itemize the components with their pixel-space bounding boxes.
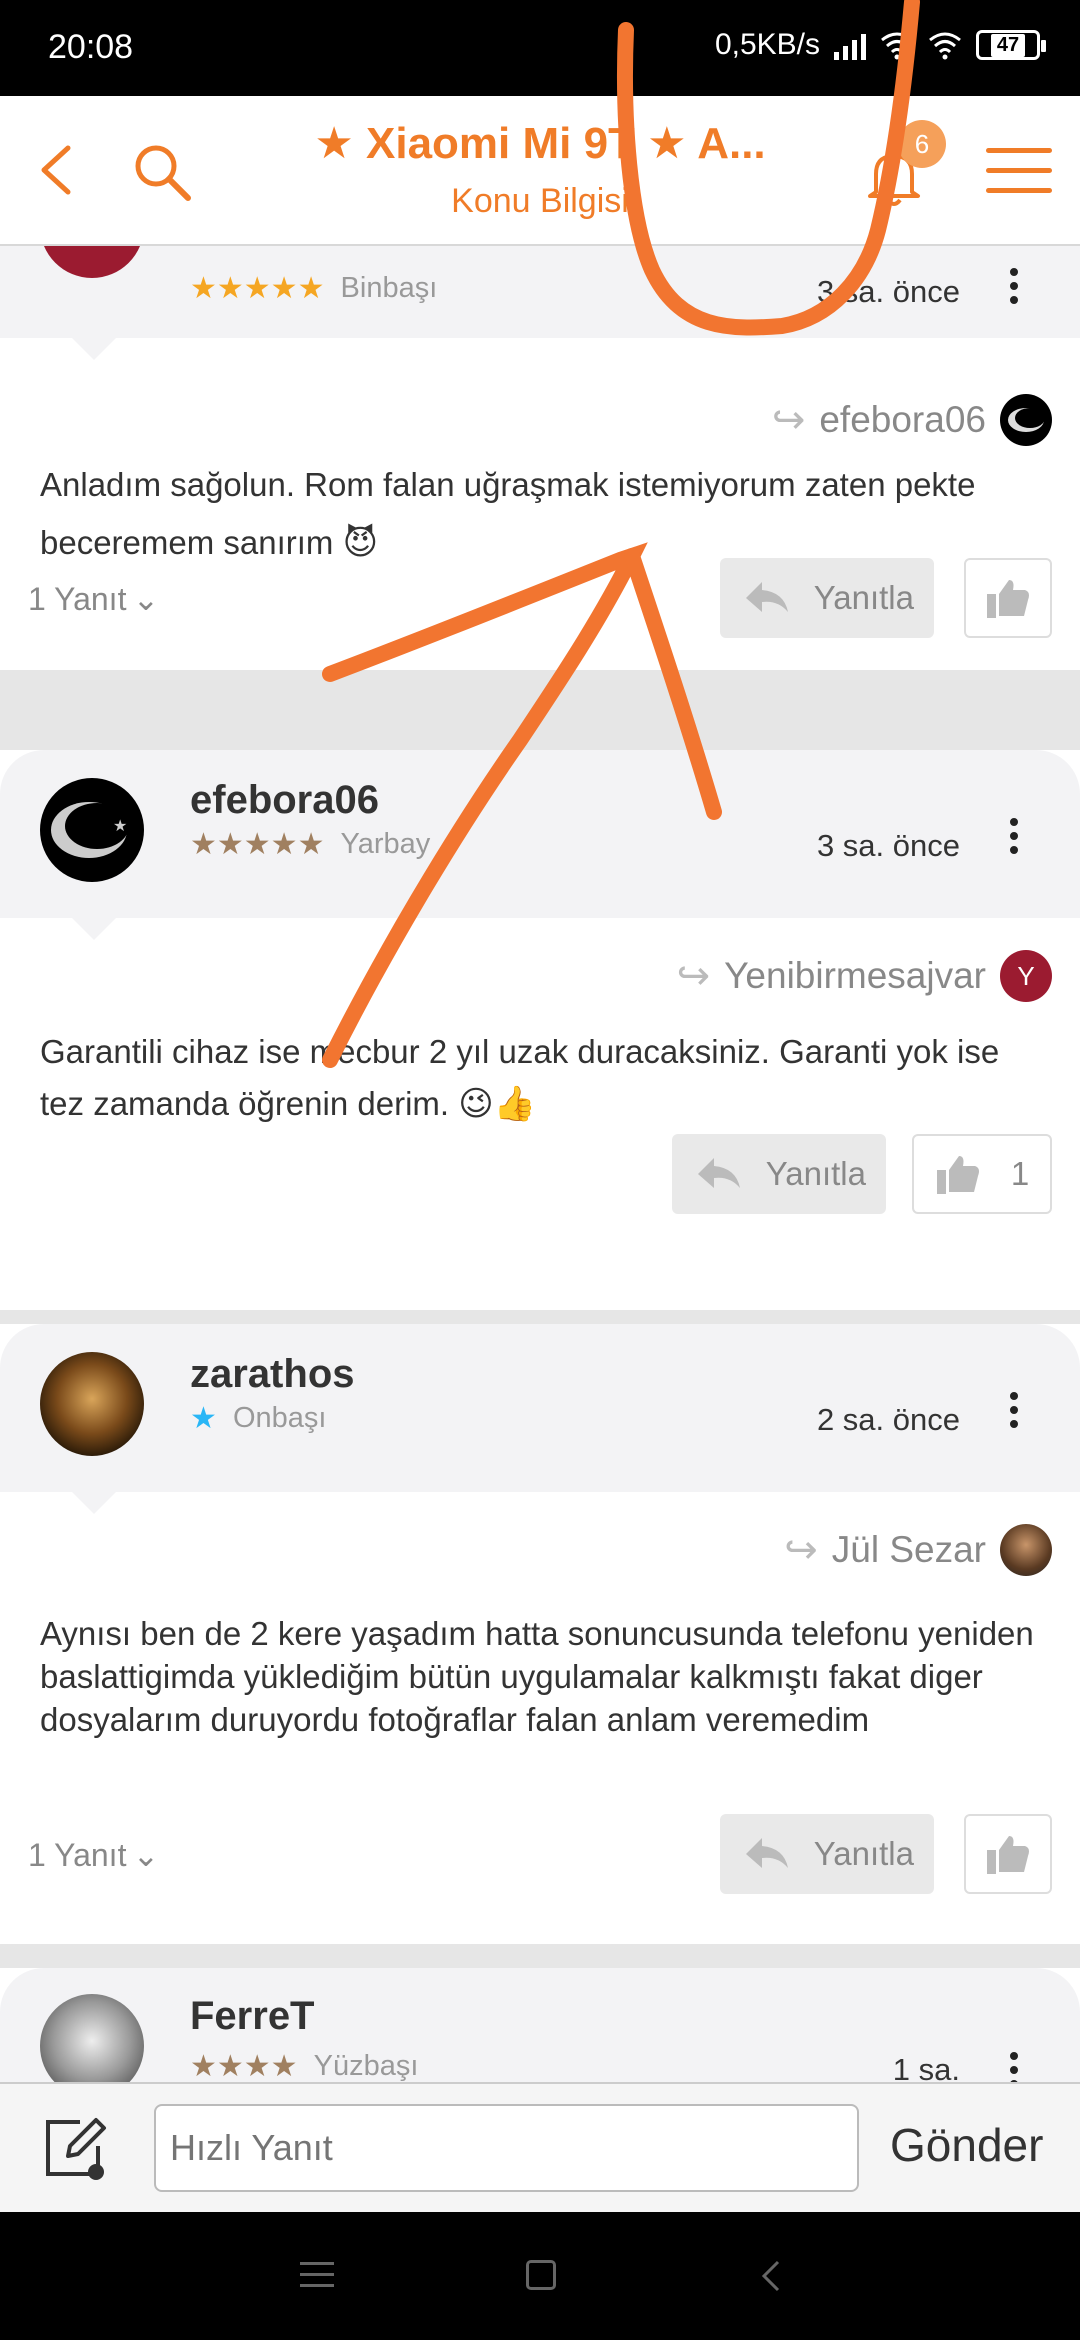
author-rank: ★★★★ Yüzbaşı (190, 2049, 419, 2082)
system-navigation-bar (0, 2212, 1080, 2340)
wifi-icon (929, 32, 961, 60)
back-arrow-icon[interactable] (32, 140, 82, 200)
post-header: FerreT ★★★★ Yüzbaşı 1 sa. (0, 1968, 1080, 2082)
chevron-down-icon: ⌄ (132, 581, 160, 617)
notification-badge: 6 (898, 120, 946, 168)
quick-reply-input[interactable] (154, 2104, 859, 2192)
author-rank: ★★★★★ Yarbay (190, 827, 431, 861)
svg-text:★: ★ (113, 818, 127, 835)
avatar[interactable]: ★ (40, 778, 144, 882)
signal-icon (834, 30, 866, 60)
chevron-down-icon: ⌄ (132, 1837, 160, 1873)
top-app-bar: ★ Xiaomi Mi 9T ★ A... Konu Bilgisi (0, 96, 1080, 246)
reply-label: Yanıtla (813, 579, 914, 616)
reply-button[interactable]: Yanıtla (720, 558, 934, 638)
quote-arrow-icon: ↪ (784, 1528, 818, 1572)
page-title[interactable]: ★ Xiaomi Mi 9T ★ A... (270, 118, 810, 169)
more-vert-icon[interactable] (1010, 1392, 1020, 1434)
wifi-icon (881, 32, 913, 60)
rank-label: Yarbay (340, 828, 431, 860)
quote-arrow-icon: ↪ (771, 398, 806, 442)
post-item: zarathos ★ Onbaşı 2 sa. önce ↪ Jül Sezar… (0, 1324, 1080, 1944)
post-header: ★ efebora06 ★★★★★ Yarbay 3 sa. önce (0, 750, 1080, 940)
hamburger-menu-icon[interactable] (986, 148, 1052, 198)
home-icon[interactable] (526, 2260, 556, 2290)
quoted-user[interactable]: ↪ Jül Sezar (784, 1524, 1052, 1576)
edit-note-icon[interactable] (40, 2114, 110, 2184)
status-bar: 20:08 0,5KB/s 47 (0, 0, 1080, 96)
rank-label: Onbaşı (232, 1402, 327, 1434)
post-list[interactable]: Y ★★★★★ Binbaşı 3 sa. önce ↪ efebora06 A… (0, 246, 1080, 2082)
author-name[interactable]: FerreT (190, 1994, 315, 2039)
post-time: 1 sa. (892, 2052, 960, 2082)
post-header: Y ★★★★★ Binbaşı 3 sa. önce (0, 246, 1080, 360)
avatar[interactable] (40, 1352, 144, 1456)
battery-level: 47 (990, 33, 1026, 57)
like-count: 1 (1010, 1155, 1030, 1192)
quoted-username: Yenibirmesajvar (724, 955, 986, 996)
reply-button[interactable]: Yanıtla (672, 1134, 886, 1214)
more-vert-icon[interactable] (1010, 268, 1020, 310)
thumbs-up-icon (987, 1836, 1029, 1874)
reply-icon (698, 1158, 740, 1188)
quoted-username: efebora06 (819, 399, 986, 440)
reply-label: Yanıtla (765, 1155, 866, 1192)
avatar[interactable] (40, 1994, 144, 2082)
reply-icon (746, 582, 788, 612)
like-button[interactable] (964, 558, 1052, 638)
topic-info-link[interactable]: Konu Bilgisi (270, 182, 810, 221)
replies-count: 1 Yanıt (28, 580, 127, 617)
post-item: FerreT ★★★★ Yüzbaşı 1 sa. (0, 1968, 1080, 2082)
reply-label: Yanıtla (813, 1835, 914, 1872)
post-text: Garantili cihaz ise mecbur 2 yıl uzak du… (40, 1026, 1050, 1130)
post-header: zarathos ★ Onbaşı 2 sa. önce (0, 1324, 1080, 1514)
author-name[interactable]: zarathos (190, 1352, 355, 1397)
quoted-user[interactable]: ↪ Yenibirmesajvar Y (677, 950, 1052, 1002)
post-time: 3 sa. önce (816, 828, 960, 863)
post-item: ★ efebora06 ★★★★★ Yarbay 3 sa. önce ↪ Ye… (0, 750, 1080, 1310)
post-time: 3 sa. önce (816, 274, 960, 309)
avatar (1000, 1524, 1052, 1576)
quote-arrow-icon: ↪ (676, 954, 711, 998)
more-vert-icon[interactable] (1010, 2052, 1020, 2082)
like-button[interactable]: 1 (912, 1134, 1052, 1214)
quoted-user[interactable]: ↪ efebora06 (772, 394, 1052, 446)
thumbs-up-icon (936, 1156, 979, 1194)
network-speed: 0,5KB/s (714, 28, 820, 61)
post-body: Anladım sağolun. Rom falan uğraşmak iste… (40, 466, 976, 561)
reply-icon (746, 1838, 788, 1868)
replies-toggle[interactable]: 1 Yanıt ⌄ (28, 580, 159, 618)
quoted-username: Jül Sezar (831, 1529, 986, 1570)
avatar: Y (1000, 950, 1052, 1002)
avatar[interactable]: Y (40, 246, 144, 278)
replies-toggle[interactable]: 1 Yanıt ⌄ (28, 1836, 159, 1874)
author-rank: ★★★★★ Binbaşı (190, 271, 438, 305)
status-time: 20:08 (48, 28, 134, 66)
avatar (1000, 394, 1052, 446)
more-vert-icon[interactable] (1010, 818, 1020, 860)
post-text: Aynısı ben de 2 kere yaşadım hatta sonun… (40, 1615, 1034, 1738)
rank-label: Binbaşı (340, 272, 438, 304)
battery-icon: 47 (976, 30, 1046, 60)
replies-count: 1 Yanıt (28, 1836, 127, 1873)
like-button[interactable] (964, 1814, 1052, 1894)
post-text: Anladım sağolun. Rom falan uğraşmak iste… (40, 456, 1050, 572)
send-button[interactable]: Gönder (890, 2118, 1043, 2172)
recent-apps-icon[interactable] (300, 2262, 334, 2295)
search-icon[interactable] (130, 140, 194, 204)
rank-label: Yüzbaşı (313, 2050, 419, 2082)
status-icons: 0,5KB/s 47 (714, 28, 1046, 62)
devil-emoji-icon: 😈 (342, 524, 379, 562)
quick-reply-bar: Gönder (0, 2082, 1080, 2212)
author-rank: ★ Onbaşı (190, 1401, 327, 1435)
thumbs-up-icon (987, 580, 1029, 618)
thumbs-up-emoji-icon: 😉👍 (458, 1085, 537, 1123)
post-item: Y ★★★★★ Binbaşı 3 sa. önce ↪ efebora06 A… (0, 246, 1080, 670)
author-name[interactable]: efebora06 (190, 778, 379, 823)
system-back-icon[interactable] (756, 2258, 786, 2294)
post-time: 2 sa. önce (816, 1402, 960, 1437)
reply-button[interactable]: Yanıtla (720, 1814, 934, 1894)
